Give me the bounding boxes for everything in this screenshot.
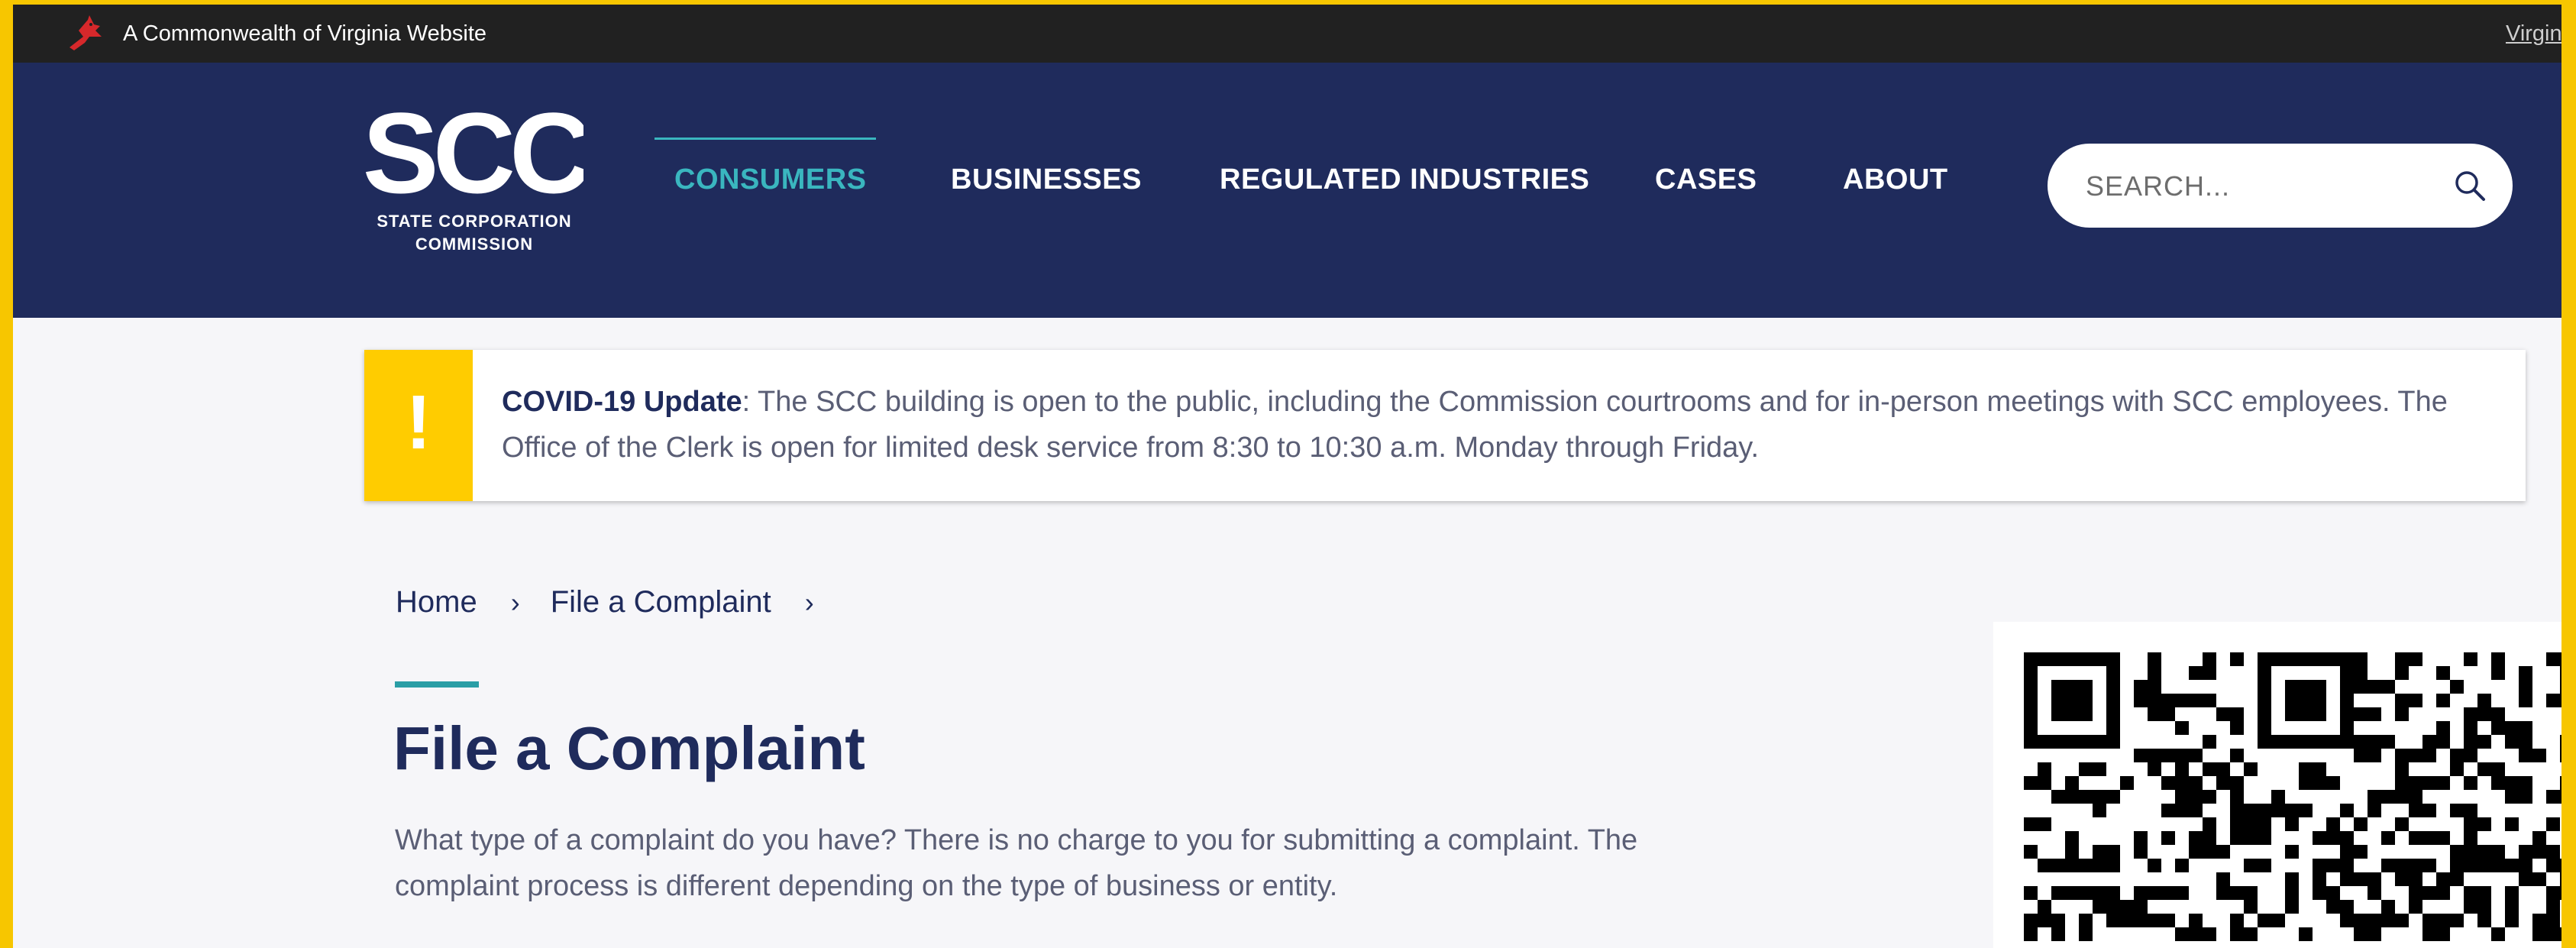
virginia-gov-link[interactable]: Virgin [2506, 20, 2561, 47]
nav-consumers[interactable]: CONSUMERS [674, 162, 867, 197]
qr-code [1993, 622, 2561, 948]
search-icon[interactable] [2452, 168, 2487, 203]
title-accent-bar [395, 681, 479, 688]
search-input[interactable] [2084, 167, 2439, 206]
page: A Commonwealth of Virginia Website Virgi… [13, 5, 2561, 948]
nav-businesses[interactable]: BUSINESSES [951, 162, 1142, 197]
nav-active-indicator [655, 138, 876, 140]
exclamation-icon: ! [406, 380, 431, 465]
alert-icon-block: ! [364, 350, 473, 501]
site-header: SCC STATE CORPORATION COMMISSION CONSUME… [13, 63, 2561, 318]
nav-about[interactable]: ABOUT [1843, 162, 1948, 197]
alert-text: COVID-19 Update: The SCC building is ope… [502, 379, 2487, 471]
svg-text:STATE CORPORATION: STATE CORPORATION [377, 212, 571, 231]
breadcrumb-file-a-complaint[interactable]: File a Complaint [551, 585, 771, 620]
svg-text:SCC: SCC [366, 105, 583, 217]
commonwealth-bar: A Commonwealth of Virginia Website Virgi… [13, 5, 2561, 63]
chevron-right-icon: › [804, 587, 814, 618]
chevron-right-icon: › [510, 587, 520, 618]
scc-logo[interactable]: SCC STATE CORPORATION COMMISSION [366, 105, 583, 257]
cardinal-icon [69, 15, 102, 50]
alert-body: : The SCC building is open to the public… [502, 386, 2448, 464]
svg-text:COMMISSION: COMMISSION [415, 235, 533, 254]
breadcrumb-home[interactable]: Home [396, 585, 477, 620]
qr-code-image [2024, 652, 2561, 941]
search-box [2048, 144, 2513, 228]
commonwealth-text: A Commonwealth of Virginia Website [123, 21, 487, 46]
alert-heading: COVID-19 Update [502, 386, 742, 418]
breadcrumb: Home › File a Complaint › [396, 585, 845, 620]
page-title: File a Complaint [393, 714, 865, 782]
nav-regulated-industries[interactable]: REGULATED INDUSTRIES [1220, 162, 1589, 197]
nav-cases[interactable]: CASES [1655, 162, 1757, 197]
intro-text: What type of a complaint do you have? Th… [395, 824, 1638, 902]
covid-alert-banner: ! COVID-19 Update: The SCC building is o… [364, 350, 2526, 501]
